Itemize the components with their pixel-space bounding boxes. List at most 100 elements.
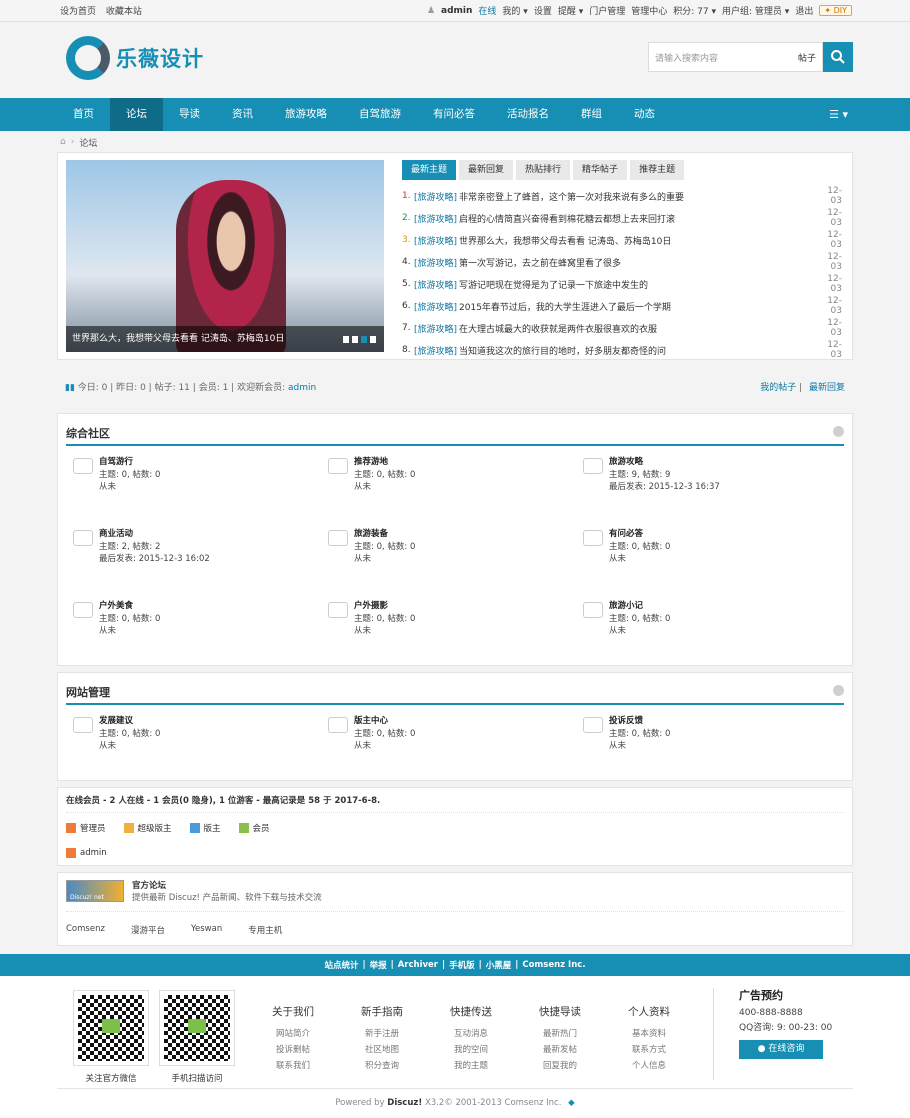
thread-category-link[interactable]: [旅游攻略] [414, 190, 457, 203]
forum-item[interactable]: 有问必答 主题: 0, 帖数: 0 从未 [583, 528, 838, 600]
footer-column-link[interactable]: 联系我们 [258, 1058, 328, 1074]
thread-row[interactable]: 4. [旅游攻略] 第一次写游记，去之前在蜂窝里看了很多 12-03 [402, 251, 842, 273]
online-chat-button[interactable]: ● 在线咨询 [739, 1040, 823, 1059]
nav-item[interactable]: 群组 [565, 98, 618, 131]
thread-title-link[interactable]: 世界那么大，我想带父母去看看 记涛岛、苏梅岛10日 [459, 234, 816, 247]
official-title[interactable]: 官方论坛 [132, 880, 322, 892]
forum-item[interactable]: 自驾游行 主题: 0, 帖数: 0 从未 [73, 456, 328, 528]
footer-column-link[interactable]: 社区地图 [347, 1042, 417, 1058]
nav-item[interactable]: 自驾旅游 [343, 98, 417, 131]
nav-item[interactable]: 活动报名 [491, 98, 565, 131]
footer-column-link[interactable]: 互动消息 [436, 1026, 506, 1042]
forum-item[interactable]: 旅游小记 主题: 0, 帖数: 0 从未 [583, 600, 838, 672]
thread-tab[interactable]: 精华帖子 [573, 160, 628, 180]
footer-column-link[interactable]: 回复我的 [525, 1058, 595, 1074]
thread-tab[interactable]: 推荐主题 [630, 160, 685, 180]
forum-item[interactable]: 户外摄影 主题: 0, 帖数: 0 从未 [328, 600, 583, 672]
footer-link[interactable]: Archiver [398, 960, 438, 970]
forum-name-link[interactable]: 户外美食 [99, 600, 160, 613]
footer-column-link[interactable]: 基本资料 [614, 1026, 684, 1042]
thread-title-link[interactable]: 在大理古城最大的收获就是两件衣服很喜欢的衣服 [459, 322, 816, 335]
footer-column-link[interactable]: 我的主题 [436, 1058, 506, 1074]
footer-link[interactable]: 举报 [370, 959, 387, 971]
home-icon[interactable]: ⌂ [60, 137, 66, 147]
latest-reply-link[interactable]: 最新回复 [809, 383, 845, 393]
footer-link[interactable]: 手机版 [449, 959, 475, 971]
forum-item[interactable]: 发展建议 主题: 0, 帖数: 0 从未 [73, 715, 328, 787]
forum-name-link[interactable]: 商业活动 [99, 528, 210, 541]
username-link[interactable]: admin [441, 6, 472, 16]
forum-name-link[interactable]: 自驾游行 [99, 456, 160, 469]
category-title[interactable]: 网站管理 [66, 684, 110, 700]
footer-column-link[interactable]: 我的空间 [436, 1042, 506, 1058]
admin-center-link[interactable]: 管理中心 [631, 4, 667, 17]
forum-name-link[interactable]: 投诉反馈 [609, 715, 670, 728]
thread-row[interactable]: 7. [旅游攻略] 在大理古城最大的收获就是两件衣服很喜欢的衣服 12-03 [402, 317, 842, 339]
my-menu[interactable]: 我的 ▾ [502, 4, 527, 17]
logout-link[interactable]: 退出 [795, 4, 813, 17]
usergroup-menu[interactable]: 用户组: 管理员 ▾ [722, 4, 789, 17]
discuz-link[interactable]: Discuz! [387, 1098, 422, 1108]
newest-member-link[interactable]: admin [288, 383, 316, 393]
nav-item[interactable]: 导读 [163, 98, 216, 131]
online-status[interactable]: 在线 [478, 4, 496, 17]
thread-category-link[interactable]: [旅游攻略] [414, 300, 457, 313]
thread-tab[interactable]: 最新回复 [459, 160, 514, 180]
bookmark-link[interactable]: 收藏本站 [106, 7, 142, 17]
footer-link[interactable]: 小黑屋 [486, 959, 512, 971]
nav-item[interactable]: 有问必答 [417, 98, 491, 131]
thread-category-link[interactable]: [旅游攻略] [414, 322, 457, 335]
thread-row[interactable]: 6. [旅游攻略] 2015年春节过后，我的大学生涯进入了最后一个学期 12-03 [402, 295, 842, 317]
thread-category-link[interactable]: [旅游攻略] [414, 278, 457, 291]
thread-title-link[interactable]: 写游记吧现在觉得是为了记录一下旅途中发生的 [459, 278, 816, 291]
breadcrumb-current[interactable]: 论坛 [79, 136, 97, 149]
thread-category-link[interactable]: [旅游攻略] [414, 344, 457, 357]
forum-name-link[interactable]: 版主中心 [354, 715, 415, 728]
forum-name-link[interactable]: 推荐游地 [354, 456, 415, 469]
thread-title-link[interactable]: 非常亲密登上了蜂首，这个第一次对我来说有多么的重要 [459, 190, 816, 203]
thread-title-link[interactable]: 启程的心情简直兴奋得看到棉花糖云都想上去来回打滚 [459, 212, 816, 225]
nav-item[interactable]: 论坛 [110, 98, 163, 131]
forum-name-link[interactable]: 发展建议 [99, 715, 160, 728]
footer-column-link[interactable]: 投诉删帖 [258, 1042, 328, 1058]
remind-menu[interactable]: 提醒 ▾ [558, 4, 583, 17]
slider-dot[interactable] [361, 336, 367, 343]
forum-name-link[interactable]: 旅游攻略 [609, 456, 720, 469]
set-home-link[interactable]: 设为首页 [60, 7, 96, 17]
thread-row[interactable]: 5. [旅游攻略] 写游记吧现在觉得是为了记录一下旅途中发生的 12-03 [402, 273, 842, 295]
forum-name-link[interactable]: 旅游小记 [609, 600, 670, 613]
thread-category-link[interactable]: [旅游攻略] [414, 212, 457, 225]
partner-link[interactable]: 专用主机 [248, 924, 282, 936]
partner-link[interactable]: Comsenz [66, 924, 105, 936]
footer-column-link[interactable]: 最新热门 [525, 1026, 595, 1042]
partner-link[interactable]: Yeswan [191, 924, 222, 936]
forum-item[interactable]: 户外美食 主题: 0, 帖数: 0 从未 [73, 600, 328, 672]
thread-row[interactable]: 1. [旅游攻略] 非常亲密登上了蜂首，这个第一次对我来说有多么的重要 12-03 [402, 185, 842, 207]
category-title[interactable]: 综合社区 [66, 425, 110, 441]
thread-title-link[interactable]: 2015年春节过后，我的大学生涯进入了最后一个学期 [459, 300, 816, 313]
nav-item[interactable]: 旅游攻略 [269, 98, 343, 131]
image-slider[interactable]: 世界那么大，我想带父母去看看 记涛岛、苏梅岛10日 [66, 160, 384, 352]
forum-name-link[interactable]: 有问必答 [609, 528, 670, 541]
online-user[interactable]: admin [80, 848, 107, 858]
footer-column-link[interactable]: 积分查询 [347, 1058, 417, 1074]
thread-tab[interactable]: 热贴排行 [516, 160, 571, 180]
slider-dot[interactable] [352, 336, 358, 343]
slide-caption[interactable]: 世界那么大，我想带父母去看看 记涛岛、苏梅岛10日 [66, 326, 384, 352]
collapse-icon[interactable] [833, 426, 844, 437]
forum-item[interactable]: 版主中心 主题: 0, 帖数: 0 从未 [328, 715, 583, 787]
nav-item[interactable]: 首页 [57, 98, 110, 131]
online-summary[interactable]: 在线会员 - 2 人在线 - 1 会员(0 隐身), 1 位游客 - 最高记录是… [66, 794, 844, 813]
collapse-icon[interactable] [833, 685, 844, 696]
footer-column-link[interactable]: 联系方式 [614, 1042, 684, 1058]
forum-item[interactable]: 投诉反馈 主题: 0, 帖数: 0 从未 [583, 715, 838, 787]
discuz-logo[interactable]: Discuz! net [66, 880, 124, 902]
nav-item[interactable]: 资讯 [216, 98, 269, 131]
thread-row[interactable]: 8. [旅游攻略] 当知道我这次的旅行目的地时，好多朋友都奇怪的问 12-03 [402, 339, 842, 361]
thread-category-link[interactable]: [旅游攻略] [414, 234, 457, 247]
slider-dot[interactable] [370, 336, 376, 343]
search-type-select[interactable]: 帖子 [798, 51, 816, 64]
diy-button[interactable]: ✦ DIY [819, 5, 852, 16]
points-menu[interactable]: 积分: 77 ▾ [673, 4, 716, 17]
footer-link[interactable]: Comsenz Inc. [522, 960, 585, 970]
